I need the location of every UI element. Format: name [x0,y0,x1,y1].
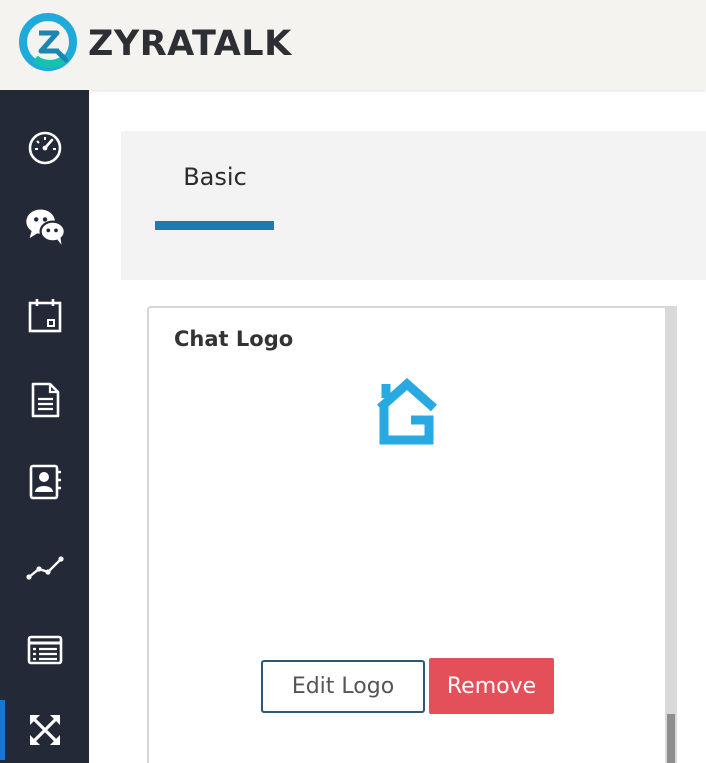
nav-calendar[interactable] [0,285,89,345]
nav-chats[interactable] [0,196,89,256]
settings-tabs-panel: Basic [121,131,706,280]
brand-name: ZYRATALK [88,24,292,64]
zyratalk-logo-icon[interactable] [19,13,77,71]
nav-contacts[interactable] [0,452,89,512]
contacts-icon [29,464,61,500]
sidebar [0,90,89,763]
analytics-line-icon [25,556,64,580]
calendar-icon [28,299,61,333]
card-title: Chat Logo [174,327,294,351]
house-g-logo-icon [377,378,437,445]
speedometer-icon [28,131,61,165]
list-icon [27,635,62,665]
nav-integrations[interactable] [0,700,89,760]
nav-analytics[interactable] [0,535,89,595]
edit-logo-button[interactable]: Edit Logo [261,660,425,713]
tab-basic[interactable]: Basic [155,157,275,197]
nav-documents[interactable] [0,370,89,430]
chat-bubbles-icon [25,209,66,245]
remove-logo-button[interactable]: Remove [429,658,554,714]
top-header: ZYRATALK [0,0,706,90]
nav-dashboard[interactable] [0,118,89,178]
active-tab-indicator [155,221,274,230]
expand-arrows-icon [29,714,60,746]
nav-list[interactable] [0,620,89,680]
document-icon [31,382,59,418]
card-scrollbar-thumb[interactable] [667,714,675,763]
card-scrollbar-track[interactable] [665,306,677,763]
